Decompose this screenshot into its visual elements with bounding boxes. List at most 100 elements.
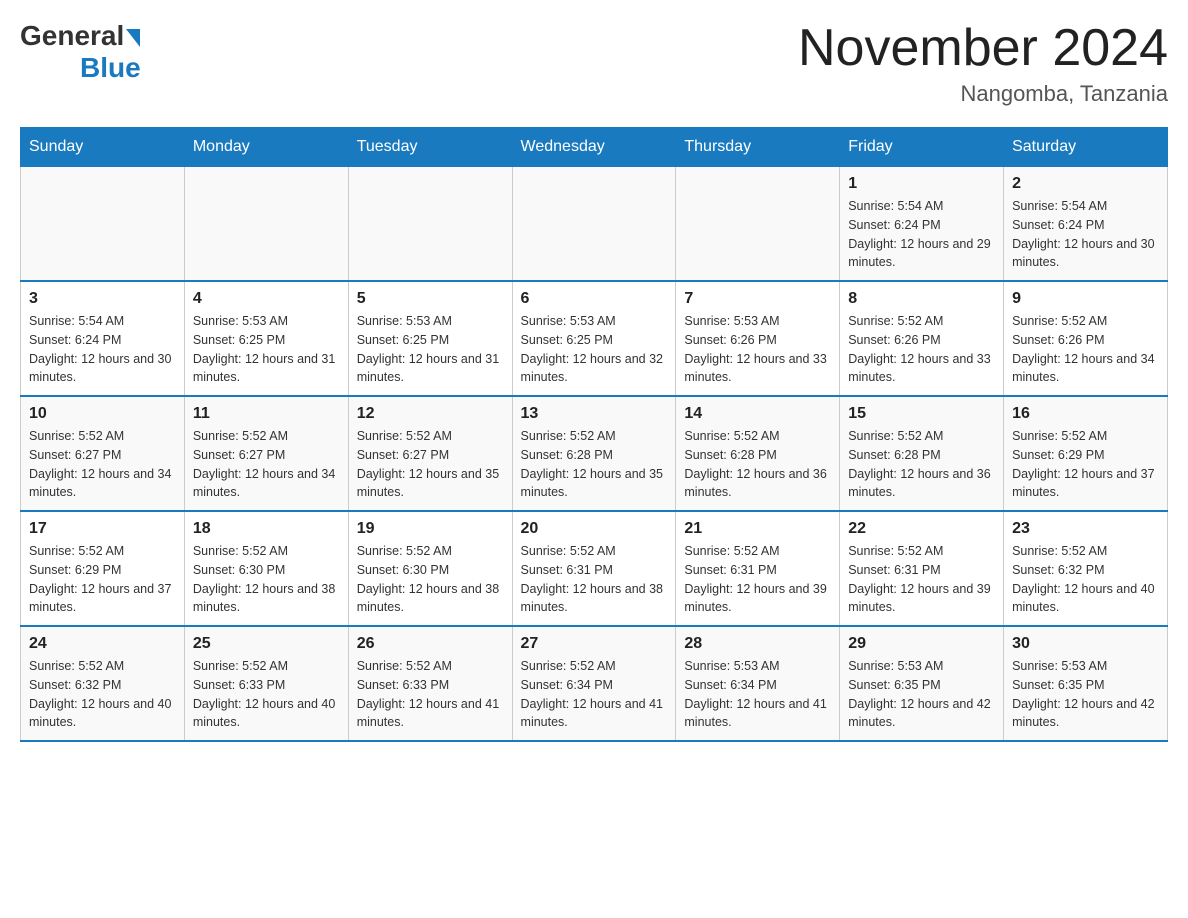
- calendar-cell: 7 Sunrise: 5:53 AM Sunset: 6:26 PM Daylig…: [676, 281, 840, 396]
- calendar-header-row: SundayMondayTuesdayWednesdayThursdayFrid…: [21, 128, 1168, 167]
- calendar-cell: 19 Sunrise: 5:52 AM Sunset: 6:30 PM Dayli…: [348, 511, 512, 626]
- day-info: Sunrise: 5:52 AM Sunset: 6:29 PM Dayligh…: [29, 542, 176, 617]
- calendar-cell: [676, 167, 840, 282]
- calendar-cell: 29Sunrise: 5:53 AM Sunset: 6:35 PM Dayli…: [840, 626, 1004, 741]
- day-number: 12: [357, 405, 504, 423]
- day-info: Sunrise: 5:54 AM Sunset: 6:24 PM Dayligh…: [1012, 197, 1159, 272]
- page-header: General Blue November 2024 Nangomba, Tan…: [20, 20, 1168, 107]
- calendar-cell: 25 Sunrise: 5:52 AM Sunset: 6:33 PM Dayli…: [184, 626, 348, 741]
- calendar-cell: 17 Sunrise: 5:52 AM Sunset: 6:29 PM Dayli…: [21, 511, 185, 626]
- day-info: Sunrise: 5:53 AM Sunset: 6:35 PM Dayligh…: [1012, 657, 1159, 732]
- day-info: Sunrise: 5:52 AM Sunset: 6:32 PM Dayligh…: [29, 657, 176, 732]
- day-info: Sunrise: 5:53 AM Sunset: 6:26 PM Dayligh…: [684, 312, 831, 387]
- calendar-cell: 18 Sunrise: 5:52 AM Sunset: 6:30 PM Dayli…: [184, 511, 348, 626]
- calendar-cell: 10 Sunrise: 5:52 AM Sunset: 6:27 PM Dayli…: [21, 396, 185, 511]
- col-header-tuesday: Tuesday: [348, 128, 512, 167]
- day-info: Sunrise: 5:52 AM Sunset: 6:31 PM Dayligh…: [521, 542, 668, 617]
- calendar-cell: [348, 167, 512, 282]
- day-info: Sunrise: 5:52 AM Sunset: 6:34 PM Dayligh…: [521, 657, 668, 732]
- day-number: 20: [521, 520, 668, 538]
- day-info: Sunrise: 5:52 AM Sunset: 6:28 PM Dayligh…: [684, 427, 831, 502]
- calendar-week-row: 10 Sunrise: 5:52 AM Sunset: 6:27 PM Dayli…: [21, 396, 1168, 511]
- col-header-monday: Monday: [184, 128, 348, 167]
- day-info: Sunrise: 5:52 AM Sunset: 6:31 PM Dayligh…: [684, 542, 831, 617]
- day-number: 13: [521, 405, 668, 423]
- calendar-cell: 11 Sunrise: 5:52 AM Sunset: 6:27 PM Dayli…: [184, 396, 348, 511]
- calendar-cell: 12Sunrise: 5:52 AM Sunset: 6:27 PM Dayli…: [348, 396, 512, 511]
- calendar-cell: 1 Sunrise: 5:54 AM Sunset: 6:24 PM Daylig…: [840, 167, 1004, 282]
- calendar-cell: 13 Sunrise: 5:52 AM Sunset: 6:28 PM Dayli…: [512, 396, 676, 511]
- logo-general-text: General: [20, 20, 124, 52]
- day-info: Sunrise: 5:53 AM Sunset: 6:25 PM Dayligh…: [521, 312, 668, 387]
- month-title: November 2024: [798, 20, 1168, 77]
- calendar-cell: 15Sunrise: 5:52 AM Sunset: 6:28 PM Dayli…: [840, 396, 1004, 511]
- day-info: Sunrise: 5:52 AM Sunset: 6:26 PM Dayligh…: [1012, 312, 1159, 387]
- day-number: 21: [684, 520, 831, 538]
- calendar-cell: 16 Sunrise: 5:52 AM Sunset: 6:29 PM Dayli…: [1004, 396, 1168, 511]
- day-number: 28: [684, 635, 831, 653]
- day-info: Sunrise: 5:52 AM Sunset: 6:31 PM Dayligh…: [848, 542, 995, 617]
- day-number: 4: [193, 290, 340, 308]
- logo-arrow-icon: [126, 29, 140, 47]
- calendar-cell: 23 Sunrise: 5:52 AM Sunset: 6:32 PM Dayli…: [1004, 511, 1168, 626]
- day-info: Sunrise: 5:53 AM Sunset: 6:34 PM Dayligh…: [684, 657, 831, 732]
- calendar-week-row: 3Sunrise: 5:54 AM Sunset: 6:24 PM Daylig…: [21, 281, 1168, 396]
- day-number: 7: [684, 290, 831, 308]
- calendar-cell: [512, 167, 676, 282]
- day-info: Sunrise: 5:52 AM Sunset: 6:33 PM Dayligh…: [193, 657, 340, 732]
- calendar-week-row: 1 Sunrise: 5:54 AM Sunset: 6:24 PM Daylig…: [21, 167, 1168, 282]
- day-info: Sunrise: 5:52 AM Sunset: 6:28 PM Dayligh…: [521, 427, 668, 502]
- day-info: Sunrise: 5:52 AM Sunset: 6:28 PM Dayligh…: [848, 427, 995, 502]
- day-number: 8: [848, 290, 995, 308]
- day-info: Sunrise: 5:53 AM Sunset: 6:25 PM Dayligh…: [357, 312, 504, 387]
- day-number: 10: [29, 405, 176, 423]
- calendar-cell: 2Sunrise: 5:54 AM Sunset: 6:24 PM Daylig…: [1004, 167, 1168, 282]
- calendar-week-row: 17 Sunrise: 5:52 AM Sunset: 6:29 PM Dayli…: [21, 511, 1168, 626]
- calendar-cell: 4 Sunrise: 5:53 AM Sunset: 6:25 PM Daylig…: [184, 281, 348, 396]
- day-info: Sunrise: 5:52 AM Sunset: 6:32 PM Dayligh…: [1012, 542, 1159, 617]
- day-number: 1: [848, 175, 995, 193]
- calendar-cell: 3Sunrise: 5:54 AM Sunset: 6:24 PM Daylig…: [21, 281, 185, 396]
- day-number: 19: [357, 520, 504, 538]
- col-header-wednesday: Wednesday: [512, 128, 676, 167]
- calendar-cell: 14 Sunrise: 5:52 AM Sunset: 6:28 PM Dayli…: [676, 396, 840, 511]
- day-info: Sunrise: 5:52 AM Sunset: 6:30 PM Dayligh…: [357, 542, 504, 617]
- col-header-friday: Friday: [840, 128, 1004, 167]
- day-number: 18: [193, 520, 340, 538]
- day-number: 3: [29, 290, 176, 308]
- day-info: Sunrise: 5:52 AM Sunset: 6:30 PM Dayligh…: [193, 542, 340, 617]
- calendar-cell: 30Sunrise: 5:53 AM Sunset: 6:35 PM Dayli…: [1004, 626, 1168, 741]
- day-number: 29: [848, 635, 995, 653]
- day-number: 24: [29, 635, 176, 653]
- day-info: Sunrise: 5:52 AM Sunset: 6:33 PM Dayligh…: [357, 657, 504, 732]
- calendar-cell: 8Sunrise: 5:52 AM Sunset: 6:26 PM Daylig…: [840, 281, 1004, 396]
- day-number: 14: [684, 405, 831, 423]
- calendar-table: SundayMondayTuesdayWednesdayThursdayFrid…: [20, 127, 1168, 742]
- day-info: Sunrise: 5:52 AM Sunset: 6:27 PM Dayligh…: [29, 427, 176, 502]
- logo-blue-text: Blue: [80, 52, 141, 84]
- calendar-cell: 5 Sunrise: 5:53 AM Sunset: 6:25 PM Daylig…: [348, 281, 512, 396]
- calendar-cell: 28 Sunrise: 5:53 AM Sunset: 6:34 PM Dayli…: [676, 626, 840, 741]
- calendar-cell: 21 Sunrise: 5:52 AM Sunset: 6:31 PM Dayli…: [676, 511, 840, 626]
- day-info: Sunrise: 5:54 AM Sunset: 6:24 PM Dayligh…: [848, 197, 995, 272]
- col-header-sunday: Sunday: [21, 128, 185, 167]
- day-info: Sunrise: 5:52 AM Sunset: 6:27 PM Dayligh…: [193, 427, 340, 502]
- title-block: November 2024 Nangomba, Tanzania: [798, 20, 1168, 107]
- calendar-cell: 26Sunrise: 5:52 AM Sunset: 6:33 PM Dayli…: [348, 626, 512, 741]
- day-number: 22: [848, 520, 995, 538]
- day-info: Sunrise: 5:52 AM Sunset: 6:29 PM Dayligh…: [1012, 427, 1159, 502]
- day-number: 5: [357, 290, 504, 308]
- day-number: 9: [1012, 290, 1159, 308]
- day-number: 25: [193, 635, 340, 653]
- day-number: 17: [29, 520, 176, 538]
- calendar-week-row: 24 Sunrise: 5:52 AM Sunset: 6:32 PM Dayli…: [21, 626, 1168, 741]
- day-number: 16: [1012, 405, 1159, 423]
- col-header-thursday: Thursday: [676, 128, 840, 167]
- day-number: 11: [193, 405, 340, 423]
- day-number: 23: [1012, 520, 1159, 538]
- calendar-cell: [21, 167, 185, 282]
- calendar-cell: 20 Sunrise: 5:52 AM Sunset: 6:31 PM Dayli…: [512, 511, 676, 626]
- day-info: Sunrise: 5:53 AM Sunset: 6:25 PM Dayligh…: [193, 312, 340, 387]
- calendar-cell: 9 Sunrise: 5:52 AM Sunset: 6:26 PM Daylig…: [1004, 281, 1168, 396]
- location: Nangomba, Tanzania: [798, 81, 1168, 107]
